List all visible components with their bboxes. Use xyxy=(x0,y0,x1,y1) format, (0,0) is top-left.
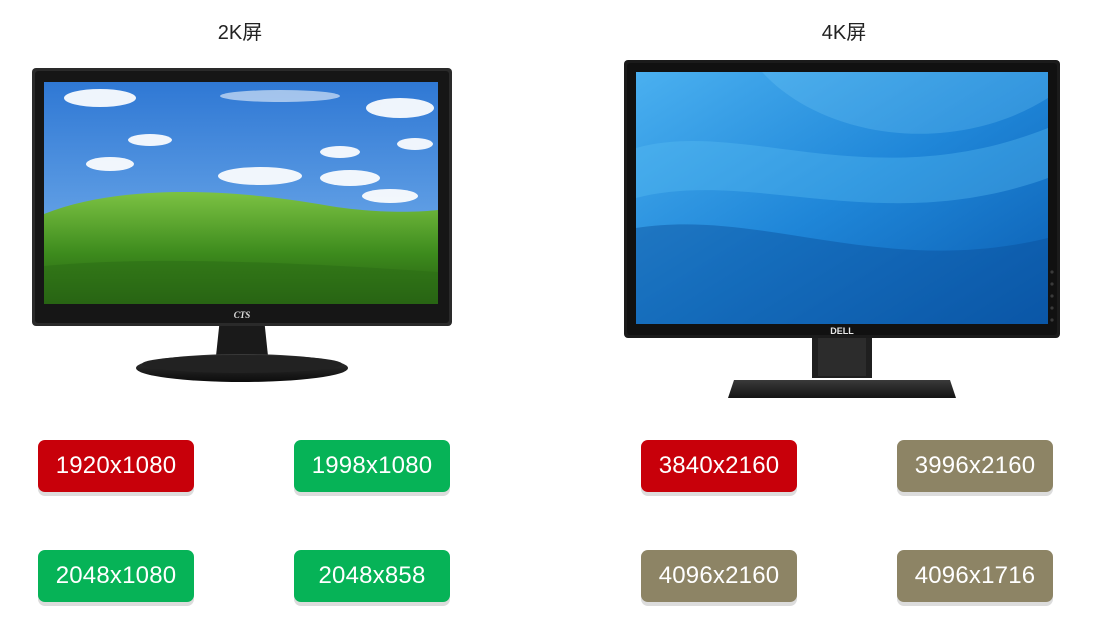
monitor-4k-logo: DELL xyxy=(830,326,854,336)
resolution-badge-4096x2160: 4096x2160 xyxy=(641,550,797,602)
monitor-4k-image: DELL xyxy=(624,60,1060,398)
title-2k: 2K屏 xyxy=(217,22,263,44)
monitor-2k-image: CTS xyxy=(32,68,452,382)
title-4k: 4K屏 xyxy=(821,22,867,44)
resolution-badge-2048x858: 2048x858 xyxy=(294,550,450,602)
resolution-badge-1998x1080: 1998x1080 xyxy=(294,440,450,492)
resolution-badge-1920x1080: 1920x1080 xyxy=(38,440,194,492)
resolution-badge-2048x1080: 2048x1080 xyxy=(38,550,194,602)
resolution-badge-4096x1716: 4096x1716 xyxy=(897,550,1053,602)
resolution-badge-3996x2160: 3996x2160 xyxy=(897,440,1053,492)
monitor-2k-logo: CTS xyxy=(234,310,251,320)
resolution-badge-3840x2160: 3840x2160 xyxy=(641,440,797,492)
